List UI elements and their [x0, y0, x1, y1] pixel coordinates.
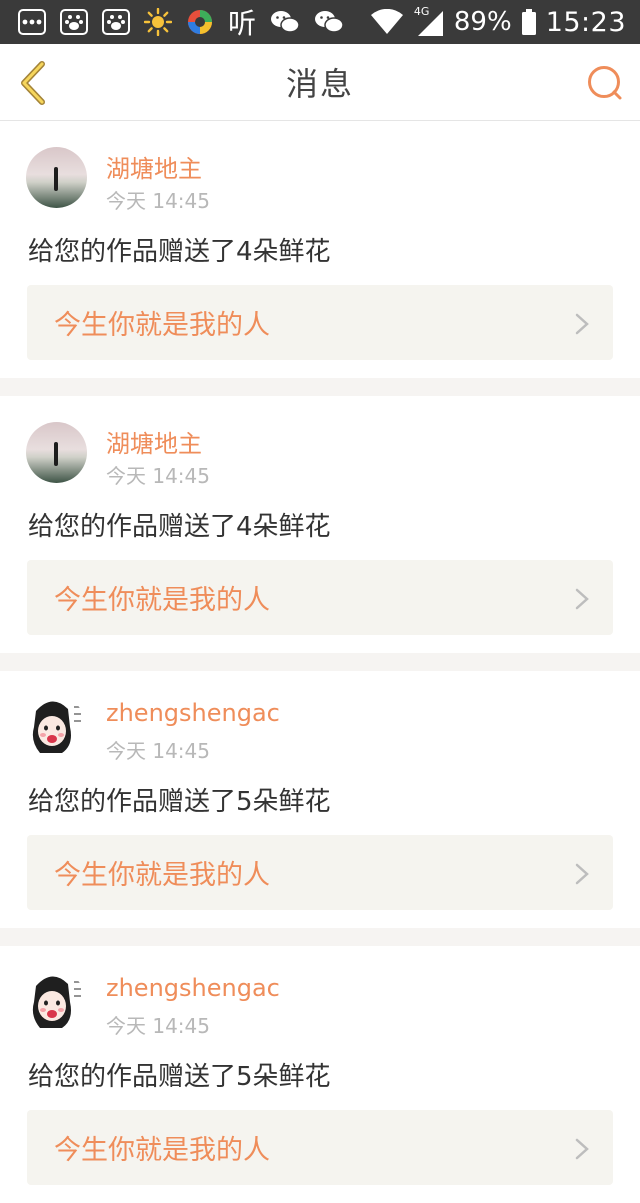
chevron-right-icon	[575, 1138, 589, 1160]
username[interactable]: 湖塘地主	[106, 149, 202, 184]
app-ring-icon	[186, 8, 214, 36]
username[interactable]: 湖塘地主	[106, 424, 202, 459]
search-icon	[588, 66, 622, 100]
header: 消息	[0, 44, 640, 121]
avatar[interactable]	[26, 697, 87, 758]
status-bar-notifications: 听	[18, 2, 344, 42]
clock: 15:23	[545, 6, 626, 38]
divider	[0, 928, 640, 946]
sun-icon	[144, 8, 172, 36]
timestamp: 今天 14:45	[106, 739, 210, 763]
timestamp: 今天 14:45	[106, 1014, 210, 1038]
work-link[interactable]: 今生你就是我的人	[27, 1110, 613, 1185]
avatar[interactable]	[26, 422, 87, 483]
username[interactable]: zhengshengac	[106, 699, 280, 727]
divider	[0, 378, 640, 396]
status-bar-system: 4G 89% 15:23	[370, 5, 626, 38]
signal-icon: 4G	[414, 5, 444, 37]
back-button[interactable]	[16, 60, 50, 106]
page-title: 消息	[285, 65, 354, 103]
ting-icon: 听	[228, 7, 257, 40]
message-text: 给您的作品赠送了4朵鲜花	[28, 237, 331, 267]
message-text: 给您的作品赠送了5朵鲜花	[28, 1062, 331, 1092]
message-card: zhengshengac 今天 14:45 给您的作品赠送了5朵鲜花 今生你就是…	[0, 946, 640, 1203]
baidu-paw-icon	[102, 9, 130, 35]
work-link[interactable]: 今生你就是我的人	[27, 560, 613, 635]
work-title: 今生你就是我的人	[54, 585, 270, 616]
timestamp: 今天 14:45	[106, 464, 210, 488]
message-list: 湖塘地主 今天 14:45 给您的作品赠送了4朵鲜花 今生你就是我的人 湖塘地主…	[0, 121, 640, 1203]
message-text: 给您的作品赠送了5朵鲜花	[28, 787, 331, 817]
status-bar: 听 4G 89% 15:23	[0, 0, 640, 44]
message-text: 给您的作品赠送了4朵鲜花	[28, 512, 331, 542]
battery-percent: 89%	[453, 7, 512, 37]
baidu-paw-icon	[60, 9, 88, 35]
work-title: 今生你就是我的人	[54, 310, 270, 341]
battery-icon	[521, 9, 536, 35]
cartoon-face-icon	[32, 976, 81, 1028]
chevron-left-icon	[21, 61, 45, 105]
wechat-icon	[314, 9, 344, 35]
timestamp: 今天 14:45	[106, 189, 210, 213]
chevron-right-icon	[575, 863, 589, 885]
avatar-figure	[54, 167, 58, 191]
message-card: zhengshengac 今天 14:45 给您的作品赠送了5朵鲜花 今生你就是…	[0, 671, 640, 928]
avatar[interactable]	[26, 147, 87, 208]
wechat-icon	[270, 9, 300, 35]
divider	[0, 653, 640, 671]
wifi-icon	[370, 9, 404, 35]
cartoon-face-icon	[32, 701, 81, 753]
avatar-figure	[54, 442, 58, 466]
chevron-right-icon	[575, 588, 589, 610]
work-link[interactable]: 今生你就是我的人	[27, 835, 613, 910]
search-button[interactable]	[586, 64, 624, 102]
avatar[interactable]	[26, 972, 87, 1033]
username[interactable]: zhengshengac	[106, 974, 280, 1002]
message-card: 湖塘地主 今天 14:45 给您的作品赠送了4朵鲜花 今生你就是我的人	[0, 396, 640, 653]
message-card: 湖塘地主 今天 14:45 给您的作品赠送了4朵鲜花 今生你就是我的人	[0, 121, 640, 378]
work-title: 今生你就是我的人	[54, 860, 270, 891]
work-title: 今生你就是我的人	[54, 1135, 270, 1166]
more-icon	[18, 9, 46, 35]
work-link[interactable]: 今生你就是我的人	[27, 285, 613, 360]
chevron-right-icon	[575, 313, 589, 335]
